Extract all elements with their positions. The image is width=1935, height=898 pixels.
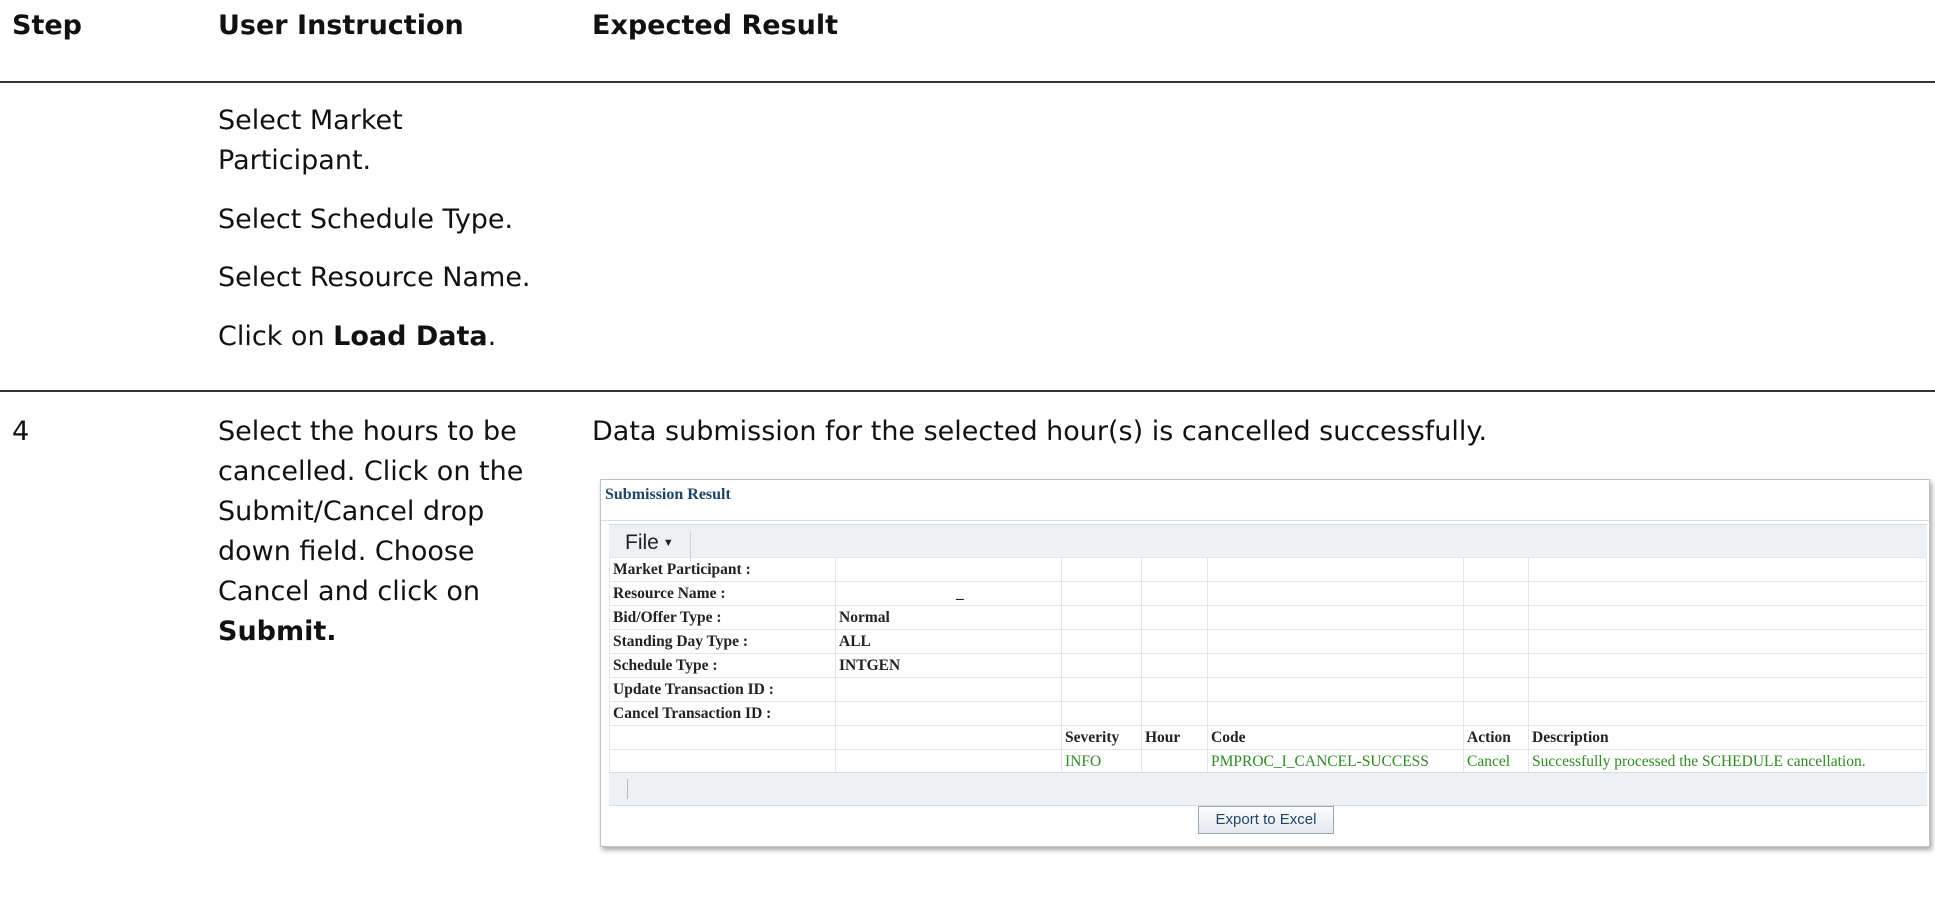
- value-market-participant: [835, 557, 1062, 582]
- export-to-excel-button[interactable]: Export to Excel: [1198, 806, 1334, 834]
- title-divider: [601, 520, 1929, 521]
- table-row: Bid/Offer Type : Normal: [609, 605, 1927, 630]
- panel-title: Submission Result: [605, 486, 731, 503]
- column-hour: Hour: [1141, 725, 1208, 750]
- header-divider: [0, 81, 1935, 83]
- instruction-line: down field. Choose: [218, 536, 475, 567]
- label-resource-name: Resource Name :: [609, 581, 836, 606]
- column-description: Description: [1528, 725, 1927, 750]
- table-row: Standing Day Type : ALL: [609, 629, 1927, 654]
- toolbar: File ▼: [609, 524, 1927, 561]
- instruction-line: Cancel and click on: [218, 576, 480, 607]
- table-row: Resource Name : _: [609, 581, 1927, 606]
- result-severity: INFO: [1061, 749, 1142, 774]
- instruction-line: Select Resource Name.: [218, 262, 531, 293]
- instruction-line: Participant.: [218, 145, 372, 176]
- instruction-line: Select Schedule Type.: [218, 204, 514, 235]
- step-number: 4: [12, 416, 30, 447]
- column-severity: Severity: [1061, 725, 1142, 750]
- label-standing-day-type: Standing Day Type :: [609, 629, 836, 654]
- instruction-line: Select Market: [218, 105, 403, 136]
- status-bar: [609, 772, 1927, 806]
- instruction-bold: Submit.: [218, 616, 337, 647]
- table-row: Market Participant :: [609, 557, 1927, 582]
- result-description: Successfully processed the SCHEDULE canc…: [1528, 749, 1927, 774]
- label-bid-offer-type: Bid/Offer Type :: [609, 605, 836, 630]
- value-standing-day-type: ALL: [835, 629, 1062, 654]
- expected-result-text: Data submission for the selected hour(s)…: [592, 416, 1488, 447]
- value-resource-name: _: [835, 581, 1062, 606]
- column-code: Code: [1207, 725, 1464, 750]
- label-update-transaction-id: Update Transaction ID :: [609, 677, 836, 702]
- table-row: Cancel Transaction ID :: [609, 701, 1927, 726]
- result-code: PMPROC_I_CANCEL-SUCCESS: [1207, 749, 1464, 774]
- table-row: INFO PMPROC_I_CANCEL-SUCCESS Cancel Succ…: [609, 749, 1927, 774]
- label-cancel-transaction-id: Cancel Transaction ID :: [609, 701, 836, 726]
- instruction-line: cancelled. Click on the: [218, 456, 524, 487]
- value-update-transaction-id: [835, 677, 1062, 702]
- chevron-down-icon: ▼: [662, 537, 674, 550]
- result-action: Cancel: [1463, 749, 1529, 774]
- instruction-text: Click on: [218, 321, 334, 352]
- instruction-line: Submit/Cancel drop: [218, 496, 485, 527]
- table-row: Update Transaction ID :: [609, 677, 1927, 702]
- label-schedule-type: Schedule Type :: [609, 653, 836, 678]
- instruction-load-data: Click on Load Data.: [218, 317, 496, 357]
- table-header-row: Severity Hour Code Action Description: [609, 725, 1927, 750]
- instruction-text: .: [487, 321, 497, 352]
- header-user-instruction: User Instruction: [218, 10, 464, 41]
- value-cancel-transaction-id: [835, 701, 1062, 726]
- value-bid-offer-type: Normal: [835, 605, 1062, 630]
- instruction-line: Select the hours to be: [218, 416, 517, 447]
- label-market-participant: Market Participant :: [609, 557, 836, 582]
- column-action: Action: [1463, 725, 1529, 750]
- table-row: Schedule Type : INTGEN: [609, 653, 1927, 678]
- submission-result-panel: Submission Result File ▼ Market Participa…: [600, 479, 1930, 847]
- header-expected-result: Expected Result: [592, 10, 839, 41]
- result-hour: [1141, 749, 1208, 774]
- result-table: Market Participant : Resource Name : _ B…: [609, 557, 1927, 774]
- file-menu-label: File: [625, 531, 659, 554]
- status-separator: [627, 779, 628, 799]
- instruction-bold: Load Data: [333, 321, 488, 352]
- header-step: Step: [12, 10, 82, 41]
- value-schedule-type: INTGEN: [835, 653, 1062, 678]
- row-divider: [0, 390, 1935, 392]
